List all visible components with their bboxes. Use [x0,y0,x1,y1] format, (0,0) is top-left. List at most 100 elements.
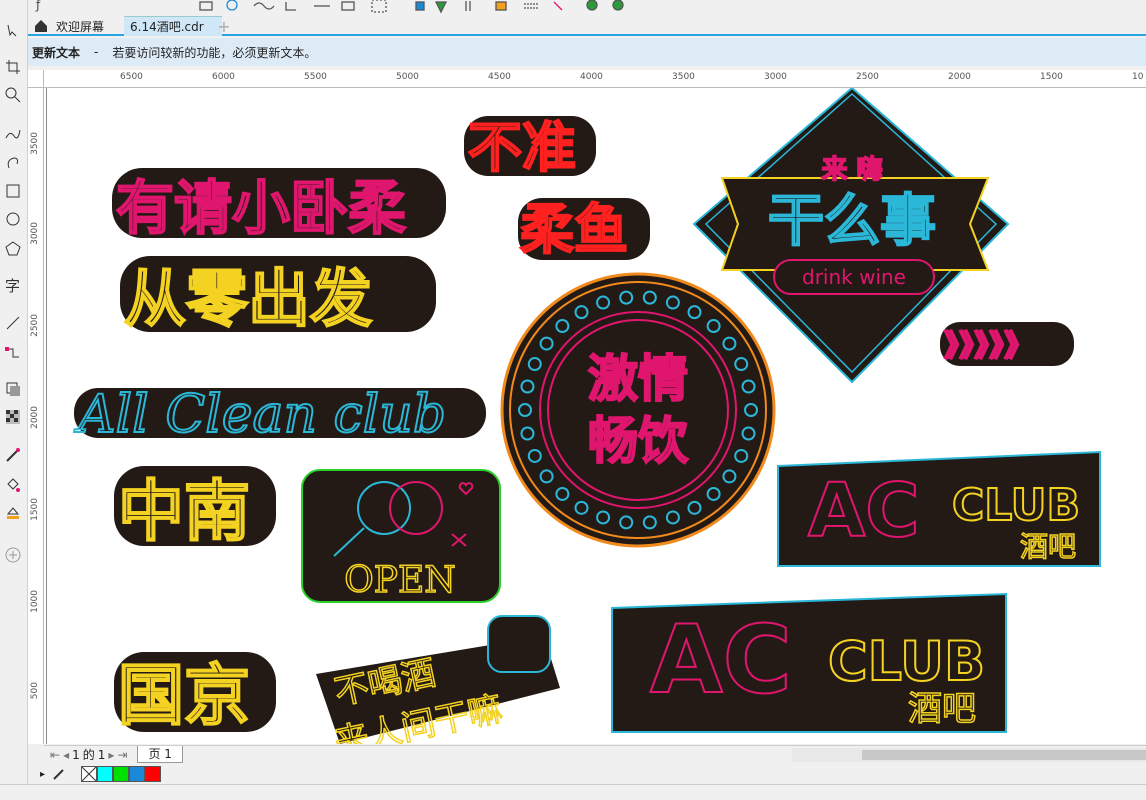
ruler-label: 1500 [1040,72,1063,82]
swatch-blue[interactable] [129,766,146,782]
polygon-tool[interactable] [2,238,24,260]
scrollbar-thumb[interactable] [862,750,1146,760]
artistic-media-tool[interactable] [2,150,24,172]
ellipse-tool[interactable] [2,208,24,230]
arrows-text: 》》》》》 [944,329,1034,364]
home-icon [35,20,47,32]
first-page-icon[interactable]: ⇤ [50,748,60,762]
prev-page-icon[interactable]: ◂ [63,748,69,762]
ruler-label: 3000 [764,72,787,82]
coreldraw-window: ƒ 字 欢迎屏幕 6.14酒吧.cdr + 更新文本 - 若要访问较新的功能，必… [0,0,1146,800]
sticker-text: 从零出发 [124,262,372,335]
eyedropper-icon[interactable] [51,766,67,782]
sticker-有请小卧柔[interactable]: 有请小卧柔 [112,168,446,243]
sticker-不喝酒[interactable]: 不喝酒 来人间干嘛 [316,615,560,744]
swatch-red[interactable] [145,766,162,782]
svg-text:字: 字 [5,277,20,294]
dots-icon [524,3,538,9]
horizontal-ruler[interactable]: 6500 6000 5500 5000 4500 4000 3500 3000 … [44,70,1146,88]
tab-document-label: 6.14酒吧.cdr [130,20,204,34]
update-notice-bar: 更新文本 - 若要访问较新的功能，必须更新文本。 [28,38,1146,66]
new-tab-button[interactable]: + [214,16,234,36]
sticker-从零出发[interactable]: 从零出发 [120,256,436,336]
sign-ac-club-1[interactable]: AC CLUB 酒吧 [777,450,1101,567]
polygon-icon [5,241,21,256]
page-navigation-bar: ⇤ ◂ 1 的 1 ▸ ⇥ 页 1 [44,745,1146,763]
ruler-label: 1000 [30,590,40,613]
drawing-canvas[interactable]: 有请小卧柔 从零出发 All Clean club 中南 国京 不准 柔鱼 激情… [44,88,1146,744]
drop-shadow-icon [6,382,20,396]
club-1-ac: AC [808,468,920,554]
add-tool-button[interactable] [2,544,24,566]
shape-tool-icon [7,24,17,37]
crop-tool[interactable] [2,56,24,78]
crop-icon [6,60,20,74]
ruler-label: 500 [30,682,40,700]
next-page-icon[interactable]: ▸ [108,748,114,762]
page-navigator: ⇤ ◂ 1 的 1 ▸ ⇥ [44,746,127,763]
dimension-tool-icon [6,316,20,330]
ruler-origin[interactable] [28,70,44,88]
page-tab[interactable]: 页 1 [137,746,183,763]
tab-welcome[interactable]: 欢迎屏幕 [28,16,124,36]
text-tool[interactable]: 字 [2,274,24,296]
sign-ac-club-2[interactable]: AC CLUB 酒吧 [611,592,1007,733]
smart-fill-icon [6,507,20,519]
ruler-label: 4500 [488,72,511,82]
total-pages: 1 [97,747,106,762]
sticker-不准[interactable]: 不准 [464,115,596,180]
sticker-all-clean-club[interactable]: All Clean club [73,384,486,446]
badge-text-bottom: 畅饮 [588,412,689,470]
vertical-ruler[interactable]: 3500 3000 2500 2000 1500 1000 500 [28,88,44,744]
ruler-label: 5500 [304,72,327,82]
interactive-fill-tool[interactable] [2,474,24,496]
no-color-icon [81,766,97,782]
sticker-中南[interactable]: 中南 [114,466,276,551]
eyedropper-icon [6,448,20,462]
ruler-label: 5000 [396,72,419,82]
sticker-text: 不准 [468,116,576,179]
sticker-text: All Clean club [74,385,446,445]
plus-icon: + [217,16,231,36]
sticker-国京[interactable]: 国京 [114,652,276,735]
last-page-icon[interactable]: ⇥ [117,748,127,762]
zoom-tool[interactable] [2,84,24,106]
status-bar [0,784,1146,800]
sticker-text: 柔鱼 [520,198,628,261]
sticker-柔鱼[interactable]: 柔鱼 [518,197,650,262]
rectangle-icon [6,184,20,198]
transparency-tool[interactable] [2,406,24,428]
smart-fill-tool[interactable] [2,502,24,524]
shape-tool[interactable] [2,20,24,42]
palette-menu-icon[interactable]: ▸ [40,769,45,780]
connector-icon [5,347,19,358]
dimension-icon [285,2,296,11]
swatch-none[interactable] [81,766,98,782]
ruler-label: 4000 [580,72,603,82]
club-1-sub: 酒吧 [1020,530,1076,563]
plugin-icon [612,0,624,11]
notice-message: 若要访问较新的功能，必须更新文本。 [112,45,317,60]
sign-open[interactable]: OPEN [301,469,501,603]
club-2-club: CLUB [828,630,985,693]
table-icon [199,1,213,11]
ruler-label: 10 [1132,72,1144,82]
swatch-green[interactable] [113,766,130,782]
tab-document[interactable]: 6.14酒吧.cdr [124,16,222,36]
open-text: OPEN [344,560,456,601]
sticker-arrows[interactable]: 》》》》》 [940,322,1074,366]
diamond-main-text: 干么事 [768,189,936,254]
drop-shadow-tool[interactable] [2,378,24,400]
sticker-text: 有请小卧柔 [116,174,406,242]
swatch-cyan[interactable] [97,766,114,782]
dimension-tool[interactable] [2,312,24,334]
badge-text-top: 激情 [588,350,688,408]
sticker-text: 中南 [118,473,250,550]
eyedropper-tool[interactable] [2,444,24,466]
connector-tool[interactable] [2,342,24,364]
horizontal-scrollbar[interactable] [792,748,1146,762]
badge-激情畅饮[interactable]: 激情 畅饮 [500,272,776,548]
document-tabbar: 欢迎屏幕 6.14酒吧.cdr + [28,16,1146,36]
freehand-tool[interactable] [2,122,24,144]
rectangle-tool[interactable] [2,180,24,202]
